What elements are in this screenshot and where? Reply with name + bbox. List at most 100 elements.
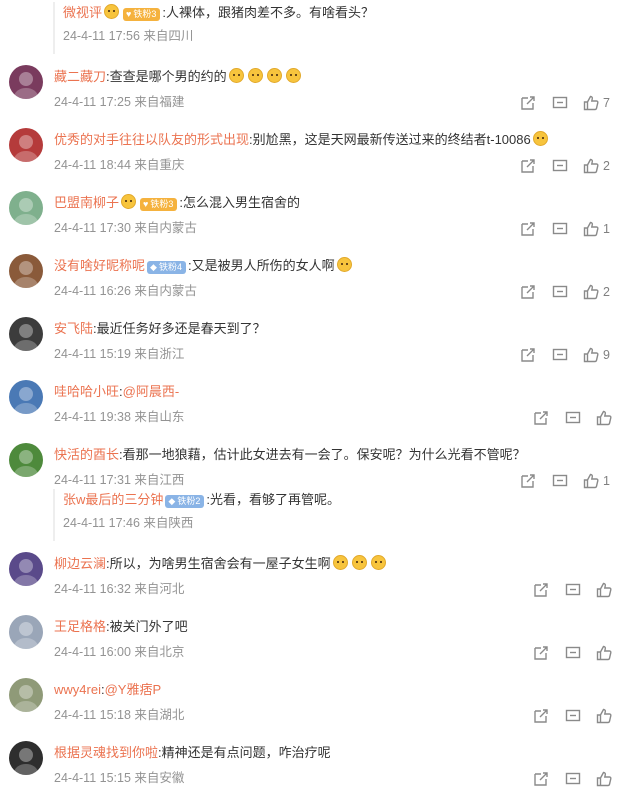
fan-badge[interactable]: ◆ 铁粉2 — [165, 495, 205, 508]
diamond-icon: ◆ — [168, 496, 176, 506]
comment-icon[interactable] — [565, 582, 581, 598]
like-icon[interactable] — [583, 158, 599, 174]
comment-meta: 24-4-11 18:44 来自重庆 — [54, 158, 185, 172]
comment-meta: 24-4-11 16:32 来自河北 — [54, 582, 185, 596]
comment-icon[interactable] — [552, 473, 568, 489]
like-icon[interactable] — [596, 645, 612, 661]
like-icon[interactable] — [583, 284, 599, 300]
fan-badge[interactable]: ♥ 铁粉3 — [140, 198, 178, 211]
share-icon[interactable] — [520, 473, 536, 489]
avatar[interactable] — [9, 552, 43, 586]
comment-username[interactable]: 柳边云澜 — [54, 556, 106, 571]
like-icon[interactable] — [596, 582, 612, 598]
robot-face-emoji — [532, 131, 548, 146]
comment-text-line: 快活的酉长:看那一地狼藉，估计此女进去有一会了。保安呢？为什么光看不管呢？ — [54, 447, 526, 462]
avatar[interactable] — [9, 380, 43, 414]
comment-username[interactable]: 优秀的对手往往以队友的形式出现 — [54, 132, 249, 147]
comment-body: 看那一地狼藉，估计此女进去有一会了。保安呢？为什么光看不管呢？ — [122, 447, 526, 462]
comment-username[interactable]: 快活的酉长 — [54, 447, 119, 462]
comment-meta: 24-4-11 16:00 来自北京 — [54, 645, 185, 659]
comment-body: 精神还是有点问题，咋治疗呢 — [161, 745, 331, 760]
comment-body: 被关门外了吧 — [109, 619, 188, 634]
avatar[interactable] — [9, 741, 43, 775]
comment-icon[interactable] — [565, 410, 581, 426]
like-icon[interactable] — [583, 473, 599, 489]
like-count: 1 — [603, 222, 610, 236]
like-count: 7 — [603, 96, 610, 110]
reply-item: 微视评 ♥ 铁粉3:人裸体，跟猪肉差不多。有啥看头？ 24-4-11 17:56 来… — [53, 2, 613, 54]
avatar[interactable] — [9, 678, 43, 712]
comment-item: 没有啥好昵称呢 ◆ 铁粉4:又是被男人所伤的女人啊 24-4-11 16:26 来自内… — [0, 253, 618, 316]
comment-body: 最近任务好多还是春天到了？ — [96, 321, 266, 336]
quiet-face-emoji — [228, 68, 244, 83]
share-icon[interactable] — [533, 708, 549, 724]
comment-icon[interactable] — [552, 284, 568, 300]
comment-username[interactable]: 王足格格 — [54, 619, 106, 634]
like-icon[interactable] — [596, 410, 612, 426]
comment-icon[interactable] — [565, 645, 581, 661]
mention-link[interactable]: @Y雅痞P — [105, 682, 162, 697]
comment-username[interactable]: 藏二藏刀 — [54, 69, 106, 84]
comment-icon[interactable] — [552, 95, 568, 111]
share-icon[interactable] — [533, 771, 549, 787]
comment-icon[interactable] — [565, 771, 581, 787]
share-icon[interactable] — [520, 347, 536, 363]
comment-item: 安飞陆:最近任务好多还是春天到了？ 24-4-11 15:19 来自浙江 9 — [0, 316, 618, 379]
avatar[interactable] — [9, 615, 43, 649]
reply-body: 光看，看够了再管呢。 — [209, 492, 340, 507]
avatar[interactable] — [9, 254, 43, 288]
comment-text-line: 哇哈哈小旺:@阿晨西- — [54, 384, 180, 399]
quiet-face-emoji — [266, 68, 282, 83]
quiet-face-emoji — [285, 68, 301, 83]
avatar[interactable] — [9, 191, 43, 225]
share-icon[interactable] — [533, 410, 549, 426]
comment-username[interactable]: 没有啥好昵称呢 — [54, 258, 145, 273]
comment-item: 优秀的对手往往以队友的形式出现:别尬黑，这是天网最新传送过来的终结者t-1008… — [0, 127, 618, 190]
share-icon[interactable] — [520, 221, 536, 237]
comment-username[interactable]: wwy4rei — [54, 682, 101, 697]
reply-username[interactable]: 张w最后的三分钟 — [63, 492, 163, 507]
like-count: 2 — [603, 159, 610, 173]
reply-username[interactable]: 微视评 — [63, 5, 102, 20]
comment-username[interactable]: 根据灵魂找到你啦 — [54, 745, 158, 760]
reply-text-line: 微视评 ♥ 铁粉3:人裸体，跟猪肉差不多。有啥看头？ — [63, 4, 375, 21]
comment-username[interactable]: 巴盟南柳子 — [54, 195, 119, 210]
comment-text-line: wwy4rei:@Y雅痞P — [54, 682, 162, 697]
comment-item: 根据灵魂找到你啦:精神还是有点问题，咋治疗呢 24-4-11 15:15 来自安徽 — [0, 740, 618, 798]
reply-item: 张w最后的三分钟 ◆ 铁粉2:光看，看够了再管呢。 24-4-11 17:46 来自… — [53, 489, 613, 541]
share-icon[interactable] — [520, 95, 536, 111]
comment-meta: 24-4-11 15:19 来自浙江 — [54, 347, 185, 361]
like-icon[interactable] — [583, 221, 599, 237]
like-icon[interactable] — [583, 95, 599, 111]
comment-meta: 24-4-11 19:38 来自山东 — [54, 410, 185, 424]
comment-icon[interactable] — [552, 221, 568, 237]
share-icon[interactable] — [520, 284, 536, 300]
comment-meta: 24-4-11 17:30 来自内蒙古 — [54, 221, 197, 235]
comment-icon[interactable] — [552, 347, 568, 363]
comment-username[interactable]: 哇哈哈小旺 — [54, 384, 119, 399]
comment-meta: 24-4-11 15:15 来自安徽 — [54, 771, 185, 785]
fan-badge[interactable]: ♥ 铁粉3 — [123, 8, 161, 21]
comment-item: 王足格格:被关门外了吧 24-4-11 16:00 来自北京 — [0, 614, 618, 677]
avatar[interactable] — [9, 317, 43, 351]
share-icon[interactable] — [533, 582, 549, 598]
fan-badge[interactable]: ◆ 铁粉4 — [147, 261, 186, 274]
comment-text-line: 根据灵魂找到你啦:精神还是有点问题，咋治疗呢 — [54, 745, 331, 760]
comment-username[interactable]: 安飞陆 — [54, 321, 93, 336]
like-icon[interactable] — [596, 708, 612, 724]
comment-body: 所以，为啥男生宿舍会有一屋子女生啊 — [109, 556, 331, 571]
share-icon[interactable] — [533, 645, 549, 661]
mention-link[interactable]: @阿晨西- — [123, 384, 180, 399]
avatar[interactable] — [9, 65, 43, 99]
heart-icon: ♥ — [126, 9, 132, 19]
thinking-face-emoji — [332, 555, 348, 570]
like-icon[interactable] — [596, 771, 612, 787]
avatar[interactable] — [9, 443, 43, 477]
comment-icon[interactable] — [565, 708, 581, 724]
comment-body: 查查是哪个男的约的 — [109, 69, 227, 84]
comment-icon[interactable] — [552, 158, 568, 174]
like-icon[interactable] — [583, 347, 599, 363]
avatar[interactable] — [9, 128, 43, 162]
comment-text-line: 没有啥好昵称呢 ◆ 铁粉4:又是被男人所伤的女人啊 — [54, 257, 354, 275]
share-icon[interactable] — [520, 158, 536, 174]
